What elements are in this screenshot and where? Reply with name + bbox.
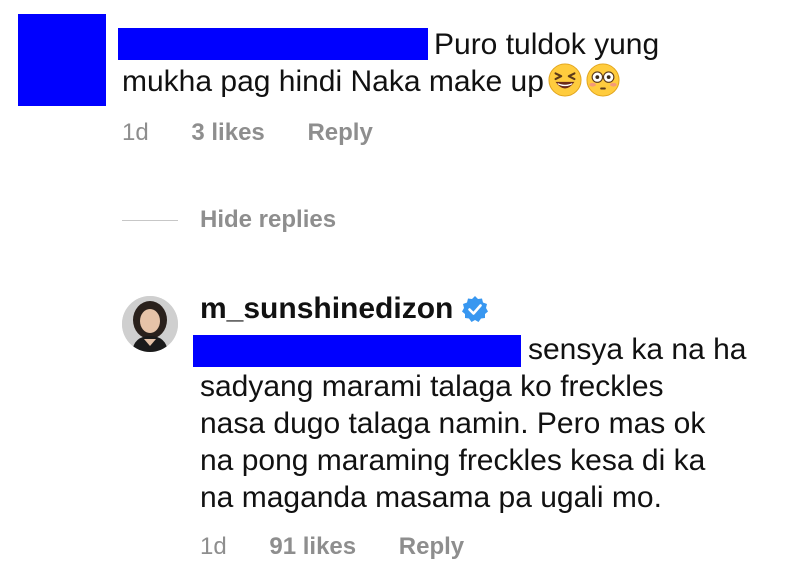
comment-text-line-2: mukha pag hindi Naka make up (122, 63, 722, 100)
reply-text-line-5: na maganda masama pa ugali mo. (200, 481, 662, 514)
reply-time: 1d (200, 533, 227, 560)
username[interactable]: m_sunshinedizon (200, 292, 453, 326)
redacted-avatar (18, 14, 106, 106)
hide-replies-label: Hide replies (200, 206, 337, 233)
comment-reply-button[interactable]: Reply (307, 119, 372, 146)
reply-header: m_sunshinedizon (200, 292, 489, 326)
comment-meta: 1d 3 likes Reply (122, 119, 409, 147)
grinning-squinting-face-icon (548, 63, 582, 97)
reply-likes[interactable]: 91 likes (269, 533, 356, 560)
avatar[interactable] (122, 296, 178, 352)
reply-text: sensya ka na ha sadyang marami talaga ko… (200, 331, 790, 516)
verified-badge-icon (462, 296, 489, 322)
reply-text-line-1: sensya ka na ha (528, 333, 747, 366)
comment-likes[interactable]: 3 likes (191, 119, 264, 146)
reply-text-line-4: na pong maraming freckles kesa di ka (200, 444, 706, 477)
reply-meta: 1d 91 likes Reply (200, 533, 500, 561)
hide-replies-button[interactable]: Hide replies (122, 203, 336, 237)
reply-text-line-3: nasa dugo talaga namin. Pero mas ok (200, 407, 706, 440)
profile-photo-icon (122, 296, 178, 352)
flushed-face-icon (586, 63, 620, 97)
comment-text: Puro tuldok yung mukha pag hindi Naka ma… (122, 26, 722, 100)
divider-line (122, 219, 178, 221)
reply-text-line-2: sadyang marami talaga ko freckles (200, 370, 664, 403)
comment-text-line-2-text: mukha pag hindi Naka make up (122, 65, 544, 98)
comment-time: 1d (122, 119, 149, 146)
comment-text-line-1: Puro tuldok yung (434, 28, 660, 61)
reply-reply-button[interactable]: Reply (399, 533, 464, 560)
